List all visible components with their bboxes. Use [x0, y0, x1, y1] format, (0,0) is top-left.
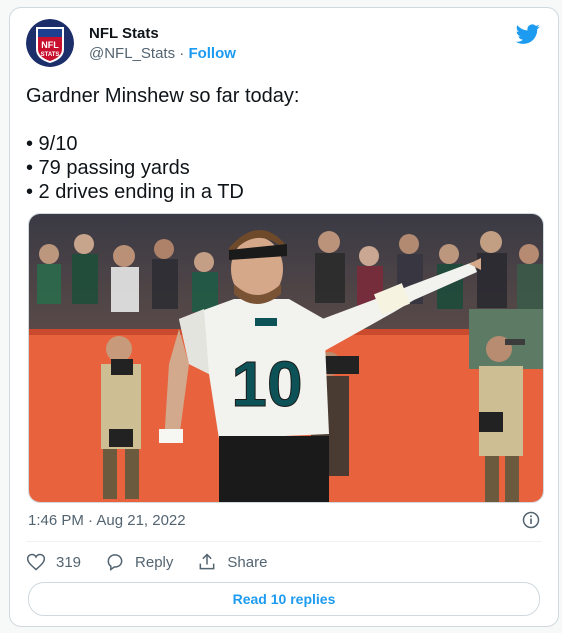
tweet-timestamp[interactable]: 1:46 PM · Aug 21, 2022	[28, 512, 186, 529]
twitter-bird-icon[interactable]	[515, 22, 540, 46]
account-handle[interactable]: @NFL_Stats	[89, 45, 175, 62]
share-label: Share	[227, 553, 268, 571]
like-button[interactable]: 319	[26, 552, 81, 572]
avatar-text-bottom: STATS	[41, 52, 60, 58]
divider	[26, 541, 542, 542]
reply-bubble-icon	[107, 554, 123, 571]
like-count: 319	[56, 553, 82, 571]
avatar[interactable]: NFL STATS	[26, 19, 74, 67]
share-button[interactable]: Share	[197, 552, 267, 572]
action-bar: 319 Reply Share	[26, 552, 291, 572]
jersey-number: 10	[231, 348, 302, 420]
heart-icon	[26, 553, 46, 571]
tweet-photo[interactable]: 10	[28, 213, 544, 503]
reply-button[interactable]: Reply	[105, 552, 173, 572]
read-replies-button[interactable]: Read 10 replies	[28, 582, 540, 616]
share-icon	[199, 553, 215, 570]
reply-label: Reply	[135, 553, 174, 571]
handle-row: @NFL_Stats · Follow	[89, 45, 236, 62]
tweet-card: NFL STATS NFL Stats @NFL_Stats · Follow …	[9, 7, 559, 627]
account-name[interactable]: NFL Stats	[89, 25, 159, 42]
avatar-text-top: NFL	[41, 40, 59, 50]
follow-link[interactable]: Follow	[188, 45, 236, 62]
tweet-text: Gardner Minshew so far today: • 9/10 • 7…	[26, 85, 300, 203]
separator: ·	[179, 45, 185, 62]
info-icon[interactable]	[522, 511, 540, 529]
